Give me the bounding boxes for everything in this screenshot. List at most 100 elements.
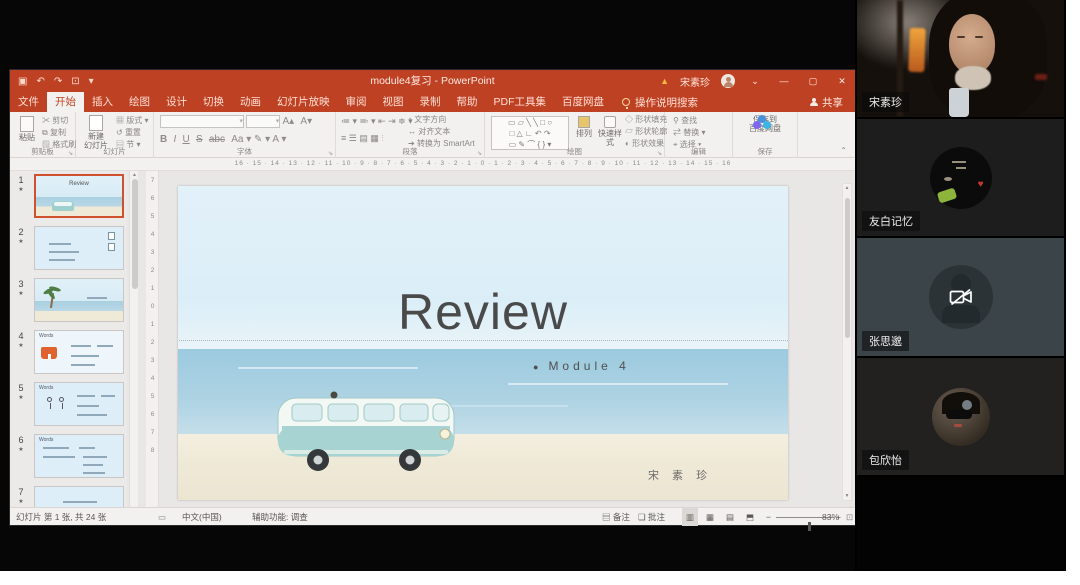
account-name[interactable]: 宋素珍 bbox=[680, 74, 710, 89]
notes-button[interactable]: ▤ 备注 bbox=[602, 508, 630, 526]
tab-design[interactable]: 设计 bbox=[158, 92, 195, 112]
maximize-button[interactable]: ▢ bbox=[804, 76, 822, 87]
slide-thumbnail-7[interactable] bbox=[34, 486, 124, 507]
group-label-paragraph: 段落 bbox=[402, 147, 418, 156]
participant-video-tile[interactable]: 包欣怡 bbox=[857, 358, 1064, 475]
shape-outline-button[interactable]: ▱ 形状轮廓 bbox=[625, 126, 667, 138]
arrange-button[interactable]: 排列 bbox=[573, 116, 595, 138]
shape-fill-button[interactable]: ◇ 形状填充 bbox=[625, 114, 667, 126]
text-direction-icon: ↕ bbox=[408, 115, 412, 124]
zoom-percentage[interactable]: 83% bbox=[822, 508, 839, 526]
zoom-slider-knob[interactable] bbox=[808, 522, 811, 531]
tab-home[interactable]: 开始 bbox=[47, 92, 84, 112]
tab-animations[interactable]: 动画 bbox=[232, 92, 269, 112]
slide-title-text[interactable]: Review bbox=[178, 286, 788, 338]
paragraph-row-1[interactable]: ≔ ▾ ≕ ▾ ⇤ ⇥ ≑ ▾ bbox=[341, 115, 413, 127]
find-button[interactable]: ⚲ 查找 bbox=[673, 115, 697, 127]
reset-button[interactable]: ↺ 重置 bbox=[116, 127, 141, 139]
slide-number-status[interactable]: 幻灯片 第 1 张, 共 24 张 bbox=[16, 508, 106, 526]
slide-author-text[interactable]: 宋 素 珍 bbox=[648, 467, 712, 483]
layout-button[interactable]: ▦ 版式 ▾ bbox=[116, 115, 148, 127]
tab-baidu-netdisk[interactable]: 百度网盘 bbox=[554, 92, 612, 112]
tab-record[interactable]: 录制 bbox=[412, 92, 449, 112]
save-to-baidu-button[interactable]: 保存到 百度网盘 bbox=[741, 115, 789, 133]
accessibility-status[interactable]: 辅助功能: 调查 bbox=[252, 508, 308, 526]
align-text-button[interactable]: ↔ 对齐文本 bbox=[408, 126, 450, 138]
view-normal-button[interactable]: ▥ bbox=[682, 508, 699, 526]
font-dialog-launcher-icon[interactable]: ⇘ bbox=[328, 150, 333, 157]
drawing-dialog-launcher-icon[interactable]: ⇘ bbox=[657, 150, 662, 157]
tab-pdf-tools[interactable]: PDF工具集 bbox=[486, 92, 555, 112]
tab-review[interactable]: 审阅 bbox=[338, 92, 375, 112]
zoom-out-button[interactable]: − bbox=[766, 508, 771, 526]
warning-icon[interactable]: ▲ bbox=[660, 76, 669, 86]
scroll-down-icon[interactable]: ▼ bbox=[843, 493, 851, 499]
paragraph-row-2[interactable]: ≡ ☰ ▤ ▦ ⫶ bbox=[341, 132, 384, 144]
tab-draw[interactable]: 绘图 bbox=[121, 92, 158, 112]
slide-subtitle-text[interactable]: ● Module 4 bbox=[533, 359, 630, 373]
paste-button[interactable]: 粘贴 bbox=[14, 116, 40, 142]
close-button[interactable]: ✕ bbox=[833, 76, 851, 87]
reset-label: 重置 bbox=[124, 128, 141, 137]
participant-video-tile[interactable]: ♥ 友白记忆 bbox=[857, 119, 1064, 236]
ribbon-display-options-icon[interactable]: ⌄ bbox=[746, 76, 764, 87]
paragraph-dialog-launcher-icon[interactable]: ⇘ bbox=[477, 150, 482, 157]
fit-to-window-icon[interactable]: ⊡ bbox=[846, 508, 853, 526]
tell-me-search[interactable]: 操作说明搜索 bbox=[612, 92, 708, 112]
font-size-combo[interactable]: ▾ bbox=[246, 115, 281, 128]
copy-button[interactable]: ⧉ 复制 bbox=[42, 127, 66, 139]
display-settings-icon[interactable]: ▭ bbox=[158, 508, 166, 526]
scrollbar-thumb[interactable] bbox=[131, 179, 138, 289]
minimize-button[interactable]: — bbox=[775, 76, 793, 86]
scrollbar-thumb[interactable] bbox=[844, 198, 850, 338]
font-name-combo[interactable]: ▾ bbox=[160, 115, 244, 128]
new-slide-button[interactable]: 新建 幻灯片 bbox=[79, 115, 113, 150]
underline-button[interactable]: U bbox=[182, 134, 189, 146]
scroll-up-icon[interactable]: ▲ bbox=[130, 172, 139, 178]
italic-button[interactable]: I bbox=[173, 134, 176, 146]
participant-video-tile[interactable]: 张思邈 bbox=[857, 238, 1064, 356]
view-slide-sorter-button[interactable]: ▦ bbox=[702, 508, 718, 526]
tab-file[interactable]: 文件 bbox=[10, 92, 47, 112]
thumb-figure-art bbox=[47, 397, 52, 409]
replace-button[interactable]: ⇄ 替换 ▾ bbox=[673, 127, 705, 139]
share-button[interactable]: 共享 bbox=[798, 92, 855, 112]
slide-thumbnail-5[interactable]: Words bbox=[34, 382, 124, 426]
slide-thumbnail-3[interactable] bbox=[34, 278, 124, 322]
slide-thumbnail-2[interactable] bbox=[34, 226, 124, 270]
copy-label: 复制 bbox=[49, 128, 66, 137]
quick-styles-button[interactable]: 快速样式 bbox=[597, 116, 623, 147]
slide-canvas[interactable]: Review ● Module 4 宋 素 珍 bbox=[178, 186, 788, 500]
slide-thumbnail-1[interactable]: Review bbox=[34, 174, 124, 218]
tab-view[interactable]: 视图 bbox=[375, 92, 412, 112]
tab-insert[interactable]: 插入 bbox=[84, 92, 121, 112]
thumbnail-scrollbar[interactable]: ▲ bbox=[129, 171, 138, 507]
collapse-ribbon-icon[interactable]: ⌃ bbox=[840, 146, 847, 155]
slide-scrollbar[interactable]: ▲ ▼ bbox=[842, 183, 852, 501]
slide-thumbnail-6[interactable]: Words bbox=[34, 434, 124, 478]
shrink-font-button[interactable]: A▾ bbox=[300, 116, 312, 128]
account-avatar[interactable] bbox=[721, 74, 735, 88]
tab-transitions[interactable]: 切换 bbox=[195, 92, 232, 112]
view-slideshow-button[interactable]: ⬒ bbox=[742, 508, 758, 526]
clipboard-dialog-launcher-icon[interactable]: ⇘ bbox=[68, 150, 73, 157]
tab-slideshow[interactable]: 幻灯片放映 bbox=[269, 92, 338, 112]
scroll-up-icon[interactable]: ▲ bbox=[843, 185, 851, 191]
tab-help[interactable]: 帮助 bbox=[449, 92, 486, 112]
participant-video-tile-empty[interactable] bbox=[857, 477, 1064, 569]
horizontal-ruler[interactable]: 16 · 15 · 14 · 13 · 12 · 11 · 10 · 9 · 8… bbox=[10, 158, 855, 171]
cut-button[interactable]: ✂ 剪切 bbox=[42, 115, 68, 127]
slide-thumbnail-4[interactable]: Words bbox=[34, 330, 124, 374]
abc-effects-button[interactable]: abc bbox=[209, 134, 225, 146]
shapes-gallery[interactable]: ▭ ▱ ╲ ╲ □ ○ □ △ ∟ ↶ ↷ ▭ ✎ ⌒ { } ▾ bbox=[491, 116, 569, 150]
strikethrough-button[interactable]: S bbox=[196, 134, 203, 146]
comments-button[interactable]: ❏ 批注 bbox=[638, 508, 665, 526]
view-reading-button[interactable]: ▤ bbox=[722, 508, 738, 526]
vertical-ruler[interactable]: 7 6 5 4 3 2 1 0 1 2 3 4 5 6 7 8 bbox=[146, 171, 159, 507]
bold-button[interactable]: B bbox=[160, 134, 167, 146]
language-status[interactable]: 中文(中国) bbox=[182, 508, 222, 526]
text-direction-button[interactable]: ↕ 文字方向 bbox=[408, 114, 446, 126]
font-misc-buttons[interactable]: Aa ▾ ✎ ▾ A ▾ bbox=[231, 134, 286, 146]
participant-video-tile[interactable]: 宋素珍 bbox=[857, 0, 1064, 117]
grow-font-button[interactable]: A▴ bbox=[282, 116, 294, 128]
